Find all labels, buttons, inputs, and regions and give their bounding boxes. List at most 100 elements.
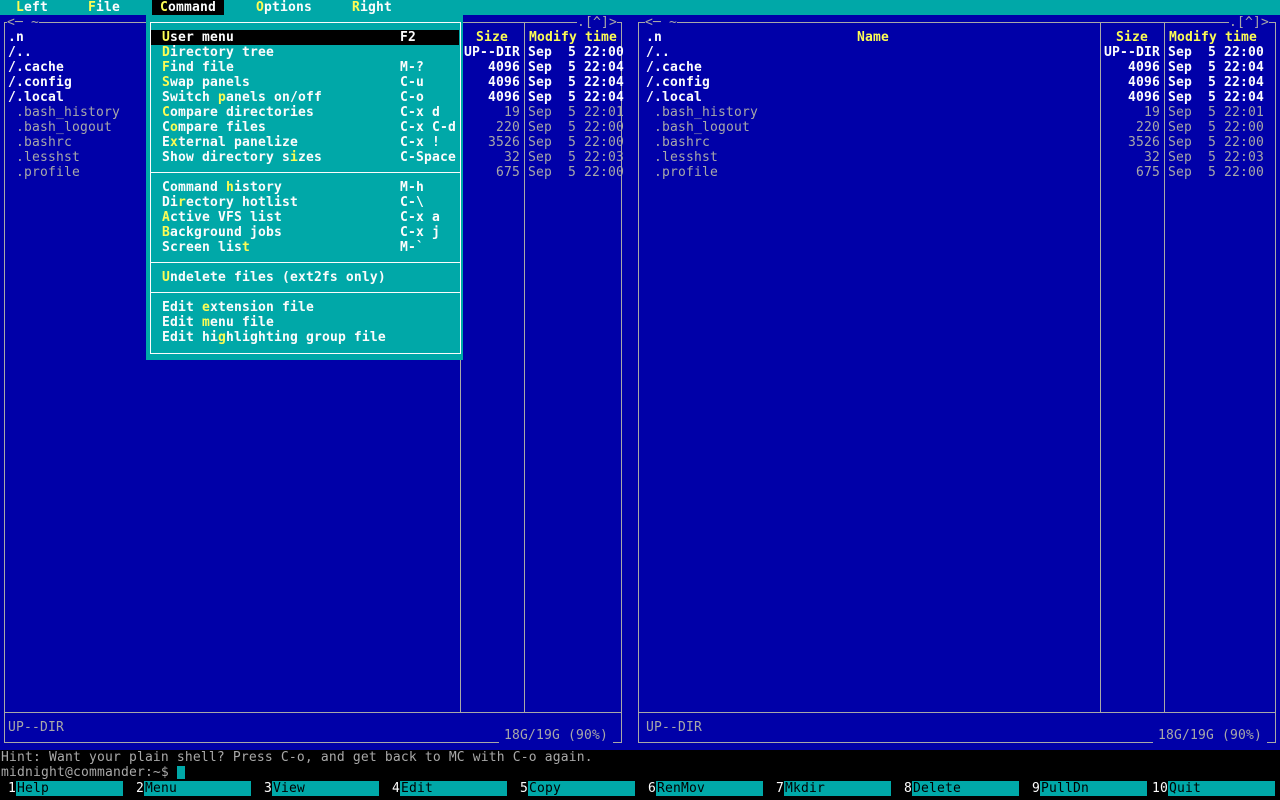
file-mtime: Sep 5 22:04 bbox=[528, 75, 624, 90]
hotkey-letter: e bbox=[201, 300, 210, 315]
file-size: UP--DIR bbox=[1104, 45, 1160, 60]
menu-item-screen-list[interactable]: Screen list M-` bbox=[146, 240, 463, 255]
fkey-pulldn-button[interactable]: 9 PullDn bbox=[1024, 781, 1152, 796]
column-header-mtime[interactable]: Modify time bbox=[525, 30, 621, 45]
menu-item-shortcut: M-h bbox=[400, 180, 424, 195]
file-row-profile[interactable]: .profile 675 Sep 5 22:00 bbox=[639, 165, 1275, 180]
fkey-edit-button[interactable]: 4 Edit bbox=[384, 781, 512, 796]
file-mtime: Sep 5 22:03 bbox=[1168, 150, 1264, 165]
menu-bar: Left File Command Options Right bbox=[0, 0, 1280, 15]
hint-line: Hint: Want your plain shell? Press C-o, … bbox=[1, 750, 593, 765]
hotkey-letter: S bbox=[162, 75, 170, 90]
fkey-label: Delete bbox=[912, 781, 1019, 796]
fkey-view-button[interactable]: 3 View bbox=[256, 781, 384, 796]
menu-item-switch-panels-on-off[interactable]: Switch panels on/off C-o bbox=[146, 90, 463, 105]
file-row-config[interactable]: /.config 4096 Sep 5 22:04 bbox=[639, 75, 1275, 90]
file-size: 4096 bbox=[488, 75, 520, 90]
menu-item-compare-files[interactable]: Compare files C-x C-d bbox=[146, 120, 463, 135]
menu-item-active-vfs-list[interactable]: Active VFS list C-x a bbox=[146, 210, 463, 225]
fkey-number: 7 bbox=[776, 781, 784, 796]
fkey-help-button[interactable]: 1 Help bbox=[0, 781, 128, 796]
hotkey-letter: C bbox=[160, 0, 168, 15]
left-panel-updir-button[interactable]: .[^]> bbox=[577, 15, 617, 30]
menu-title-file[interactable]: File bbox=[88, 0, 120, 15]
fkey-delete-button[interactable]: 8 Delete bbox=[896, 781, 1024, 796]
fkey-label: Copy bbox=[528, 781, 635, 796]
file-row-bashrc[interactable]: .bashrc 3526 Sep 5 22:00 bbox=[639, 135, 1275, 150]
menu-item-find-file[interactable]: Find file M-? bbox=[146, 60, 463, 75]
menu-title-left[interactable]: Left bbox=[16, 0, 48, 15]
menu-item-label: Background jobs bbox=[162, 225, 282, 240]
fkey-mkdir-button[interactable]: 7 Mkdir bbox=[768, 781, 896, 796]
menu-item-user-menu[interactable]: User menu F2 bbox=[146, 30, 463, 45]
file-row-lesshst[interactable]: .lesshst 32 Sep 5 22:03 bbox=[639, 150, 1275, 165]
file-size: UP--DIR bbox=[464, 45, 520, 60]
menu-item-shortcut: F2 bbox=[400, 30, 416, 45]
file-name: /.config bbox=[8, 75, 72, 90]
fkey-label: Help bbox=[16, 781, 123, 796]
file-row-bash-logout[interactable]: .bash_logout 220 Sep 5 22:00 bbox=[639, 120, 1275, 135]
menu-title-command[interactable]: Command bbox=[152, 0, 224, 15]
file-name: /.local bbox=[8, 90, 64, 105]
right-panel-updir-button[interactable]: .[^]> bbox=[1229, 15, 1269, 30]
file-mtime: Sep 5 22:04 bbox=[1168, 90, 1264, 105]
file-name: /.cache bbox=[8, 60, 64, 75]
file-size: 4096 bbox=[488, 90, 520, 105]
menu-title-right[interactable]: Right bbox=[352, 0, 392, 15]
fkey-quit-button[interactable]: 10 Quit bbox=[1152, 781, 1280, 796]
menu-item-compare-directories[interactable]: Compare directories C-x d bbox=[146, 105, 463, 120]
menu-item-directory-hotlist[interactable]: Directory hotlist C-\ bbox=[146, 195, 463, 210]
file-row-bash-history[interactable]: .bash_history 19 Sep 5 22:01 bbox=[639, 105, 1275, 120]
fkey-label: Menu bbox=[144, 781, 251, 796]
hotkey-letter: o bbox=[170, 120, 178, 135]
menu-item-external-panelize[interactable]: External panelize C-x ! bbox=[146, 135, 463, 150]
file-size: 220 bbox=[496, 120, 520, 135]
menu-item-command-history[interactable]: Command history M-h bbox=[146, 180, 463, 195]
file-row-[interactable]: /.. UP--DIR Sep 5 22:00 bbox=[639, 45, 1275, 60]
menu-item-undelete-files-ext2fs-only[interactable]: Undelete files (ext2fs only) bbox=[146, 270, 463, 285]
file-name: .bash_history bbox=[8, 105, 120, 120]
menu-item-edit-extension-file[interactable]: Edit extension file bbox=[146, 300, 463, 315]
file-mtime: Sep 5 22:00 bbox=[1168, 165, 1264, 180]
file-row-cache[interactable]: /.cache 4096 Sep 5 22:04 bbox=[639, 60, 1275, 75]
file-mtime: Sep 5 22:00 bbox=[528, 165, 624, 180]
shell-prompt[interactable]: midnight@commander:~$ bbox=[1, 765, 169, 780]
menu-item-label: User menu bbox=[162, 30, 234, 45]
menu-item-show-directory-sizes[interactable]: Show directory sizes C-Space bbox=[146, 150, 463, 165]
menu-item-swap-panels[interactable]: Swap panels C-u bbox=[146, 75, 463, 90]
hotkey-letter: p bbox=[217, 90, 226, 105]
fkey-number: 2 bbox=[136, 781, 144, 796]
file-name: /.cache bbox=[646, 60, 702, 75]
fkey-number: 10 bbox=[1152, 781, 1168, 796]
column-header-name[interactable]: Name bbox=[646, 30, 1100, 45]
fkey-copy-button[interactable]: 5 Copy bbox=[512, 781, 640, 796]
menu-item-shortcut: C-Space bbox=[400, 150, 456, 165]
file-size: 19 bbox=[504, 105, 520, 120]
menu-item-label: Directory hotlist bbox=[162, 195, 298, 210]
hotkey-letter: B bbox=[162, 225, 170, 240]
fkey-menu-button[interactable]: 2 Menu bbox=[128, 781, 256, 796]
right-panel-path[interactable]: <─ ~ bbox=[645, 15, 677, 30]
menu-item-label: Edit highlighting group file bbox=[162, 330, 386, 345]
menu-item-background-jobs[interactable]: Background jobs C-x j bbox=[146, 225, 463, 240]
left-panel-path[interactable]: <─ ~ bbox=[7, 15, 39, 30]
file-size: 4096 bbox=[488, 60, 520, 75]
fkey-renmov-button[interactable]: 6 RenMov bbox=[640, 781, 768, 796]
fkey-number: 9 bbox=[1032, 781, 1040, 796]
file-size: 32 bbox=[504, 150, 520, 165]
menu-title-options[interactable]: Options bbox=[256, 0, 312, 15]
menu-item-edit-highlighting-group-file[interactable]: Edit highlighting group file bbox=[146, 330, 463, 345]
column-header-mtime[interactable]: Modify time bbox=[1165, 30, 1261, 45]
menu-item-label: Edit extension file bbox=[162, 300, 314, 315]
menu-item-shortcut: C-x d bbox=[400, 105, 440, 120]
menu-item-label: Undelete files (ext2fs only) bbox=[162, 270, 386, 285]
file-row-local[interactable]: /.local 4096 Sep 5 22:04 bbox=[639, 90, 1275, 105]
menu-item-edit-menu-file[interactable]: Edit menu file bbox=[146, 315, 463, 330]
file-name: .bashrc bbox=[8, 135, 72, 150]
menu-item-directory-tree[interactable]: Directory tree bbox=[146, 45, 463, 60]
menu-separator bbox=[150, 172, 460, 173]
menu-separator bbox=[150, 292, 460, 293]
hotkey-letter: F bbox=[162, 60, 170, 75]
column-header-size[interactable]: Size bbox=[1100, 30, 1164, 45]
column-header-size[interactable]: Size bbox=[460, 30, 524, 45]
